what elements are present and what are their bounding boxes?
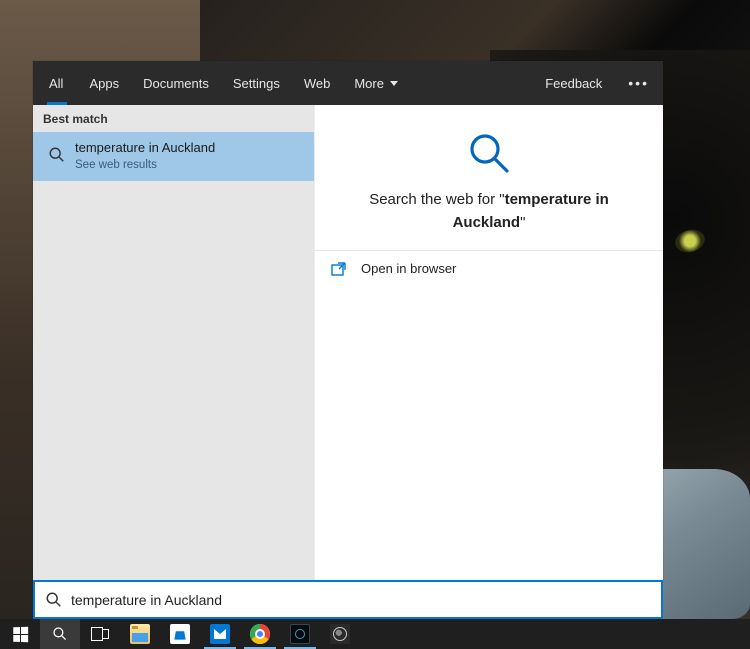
task-view-icon — [91, 627, 109, 641]
open-in-browser[interactable]: Open in browser — [315, 251, 663, 286]
tab-web[interactable]: Web — [292, 61, 343, 105]
search-box[interactable] — [33, 580, 663, 619]
search-web-phrase: Search the web for "temperature in Auckl… — [335, 189, 643, 234]
best-match-result[interactable]: temperature in Auckland See web results — [33, 132, 314, 181]
taskbar-chrome[interactable] — [240, 619, 280, 649]
app-icon — [330, 624, 350, 644]
start-button[interactable] — [0, 619, 40, 649]
tab-more[interactable]: More — [342, 61, 410, 105]
preview-pane: Search the web for "temperature in Auckl… — [314, 105, 663, 580]
search-tabs: All Apps Documents Settings Web More Fee… — [33, 61, 663, 105]
search-taskbar-button[interactable] — [40, 619, 80, 649]
chrome-icon — [250, 624, 270, 644]
start-search-panel: All Apps Documents Settings Web More Fee… — [33, 61, 663, 580]
taskbar — [0, 619, 750, 649]
taskbar-app-dark[interactable] — [280, 619, 320, 649]
taskbar-store[interactable] — [160, 619, 200, 649]
open-browser-icon — [331, 262, 347, 276]
result-subtitle: See web results — [75, 159, 215, 171]
task-view-button[interactable] — [80, 619, 120, 649]
app-icon — [290, 624, 310, 644]
file-explorer-icon — [130, 624, 150, 644]
tab-apps[interactable]: Apps — [77, 61, 131, 105]
tab-all[interactable]: All — [33, 61, 77, 105]
feedback-link[interactable]: Feedback — [533, 61, 614, 105]
more-options-button[interactable]: ••• — [614, 61, 663, 105]
search-icon — [48, 146, 66, 164]
search-input[interactable] — [71, 592, 653, 608]
taskbar-outlook[interactable] — [200, 619, 240, 649]
taskbar-file-explorer[interactable] — [120, 619, 160, 649]
search-icon — [52, 626, 68, 642]
tab-settings[interactable]: Settings — [221, 61, 292, 105]
chevron-down-icon — [390, 81, 398, 86]
tab-documents[interactable]: Documents — [131, 61, 221, 105]
windows-icon — [13, 626, 28, 641]
result-title: temperature in Auckland — [75, 140, 215, 157]
results-list: Best match temperature in Auckland See w… — [33, 105, 314, 580]
best-match-header: Best match — [33, 105, 314, 132]
search-icon — [45, 591, 63, 609]
outlook-icon — [210, 624, 230, 644]
search-icon — [465, 129, 513, 177]
store-icon — [170, 624, 190, 644]
taskbar-app-generic[interactable] — [320, 619, 360, 649]
